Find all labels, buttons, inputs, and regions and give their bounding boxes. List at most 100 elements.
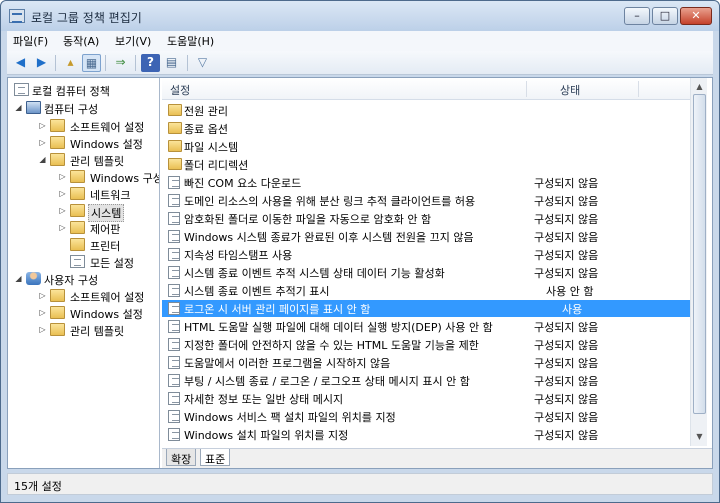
list-item[interactable]: 지정한 폴더에 안전하지 않을 수 있는 HTML 도움말 기능을 제한 구성되지… xyxy=(162,336,690,353)
setting-icon xyxy=(168,266,180,279)
expander-icon[interactable]: ▷ xyxy=(38,308,47,317)
settings-list-pane: 설정 상태 전원 관리 종료 옵션 파일 시스템 폴더 리디렉션 빠진 COM 요소 다… xyxy=(162,78,712,468)
setting-icon xyxy=(168,392,180,405)
list-item[interactable]: 빠진 COM 요소 다운로드 구성되지 않음 xyxy=(162,174,690,191)
list-item[interactable]: 종료 옵션 xyxy=(162,120,690,137)
properties-icon[interactable]: ▤ xyxy=(162,54,181,72)
expander-icon[interactable]: ▷ xyxy=(58,206,67,215)
setting-state: 구성되지 않음 xyxy=(534,249,599,262)
settings-icon xyxy=(70,255,85,268)
vertical-scrollbar[interactable]: ▲ ▼ xyxy=(690,78,707,446)
expander-icon[interactable]: ▷ xyxy=(58,223,67,232)
setting-state: 구성되지 않음 xyxy=(534,213,599,226)
tree-item-label: 프린터 xyxy=(90,240,121,253)
folder-icon xyxy=(168,158,182,170)
setting-icon xyxy=(168,176,180,189)
expander-icon[interactable]: ▷ xyxy=(38,325,47,334)
list-item[interactable]: 시스템 종료 이벤트 추적 시스템 상태 데이터 기능 활성화 구성되지 않음 xyxy=(162,264,690,281)
minimize-button[interactable]: – xyxy=(624,7,650,25)
setting-state: 구성되지 않음 xyxy=(534,393,599,406)
status-bar: 15개 설정 xyxy=(7,473,713,495)
folder-icon xyxy=(50,153,65,166)
setting-name: 자세한 정보 또는 일반 상태 메시지 xyxy=(184,393,344,406)
help-icon[interactable]: ? xyxy=(141,54,160,72)
expander-icon[interactable]: ◢ xyxy=(14,103,23,112)
setting-name: Windows 시스템 종료가 완료된 이후 시스템 전원을 끄지 않음 xyxy=(184,231,474,244)
list-item[interactable]: HTML 도움말 실행 파일에 대해 데이터 실행 방지(DEP) 사용 안 함… xyxy=(162,318,690,335)
column-separator[interactable] xyxy=(638,81,639,97)
folder-icon xyxy=(70,170,85,183)
expander-icon[interactable]: ▷ xyxy=(58,172,67,181)
list-item[interactable]: 부팅 / 시스템 종료 / 로그온 / 로그오프 상태 메시지 표시 안 함 구성… xyxy=(162,372,690,389)
policy-icon xyxy=(14,83,29,96)
menu-file[interactable]: 파일(F) xyxy=(13,33,48,49)
app-window: 로컬 그룹 정책 편집기 – □ ✕ 파일(F) 동작(A) 보기(V) 도움말… xyxy=(0,0,720,503)
toolbar-separator xyxy=(55,55,56,71)
scroll-thumb[interactable] xyxy=(693,94,706,414)
gpedit-app-icon xyxy=(9,9,25,23)
list-item[interactable]: 지속성 타임스탬프 사용 구성되지 않음 xyxy=(162,246,690,263)
folder-icon xyxy=(50,289,65,302)
setting-icon xyxy=(168,410,180,423)
list-item[interactable]: Windows 시스템 종료가 완료된 이후 시스템 전원을 끄지 않음 구성되지… xyxy=(162,228,690,245)
view-tabs: 확장 표준 xyxy=(162,448,712,468)
setting-name: 종료 옵션 xyxy=(184,123,228,136)
expander-icon[interactable]: ▷ xyxy=(58,189,67,198)
setting-icon xyxy=(168,338,180,351)
column-state-header[interactable]: 상태 xyxy=(560,82,580,98)
export-list-icon[interactable]: ⇒ xyxy=(111,54,130,72)
setting-icon xyxy=(168,428,180,441)
title-bar[interactable]: 로컬 그룹 정책 편집기 – □ ✕ xyxy=(1,1,719,31)
column-name-header[interactable]: 설정 xyxy=(170,82,190,98)
expander-icon[interactable]: ◢ xyxy=(38,155,47,164)
up-folder-icon[interactable]: ▴ xyxy=(61,54,80,72)
setting-icon xyxy=(168,374,180,387)
tree-item-label: Windows 설정 xyxy=(70,308,143,321)
list-item[interactable]: 자세한 정보 또는 일반 상태 메시지 구성되지 않음 xyxy=(162,390,690,407)
setting-name: 빠진 COM 요소 다운로드 xyxy=(184,177,302,190)
tab-extended[interactable]: 확장 xyxy=(166,449,197,466)
menu-help[interactable]: 도움말(H) xyxy=(167,33,214,49)
tab-standard[interactable]: 표준 xyxy=(200,449,231,466)
list-item[interactable]: 도움말에서 이러한 프로그램을 시작하지 않음 구성되지 않음 xyxy=(162,354,690,371)
scroll-down-icon[interactable]: ▼ xyxy=(693,430,706,443)
setting-name: 도메인 리소스의 사용을 위해 분산 링크 추적 클라이언트를 허용 xyxy=(184,195,476,208)
filter-icon[interactable]: ▽ xyxy=(193,54,212,72)
list-item[interactable]: 폴더 리디렉션 xyxy=(162,156,690,173)
close-button[interactable]: ✕ xyxy=(680,7,712,25)
list-item[interactable]: Windows 설치 파일의 위치를 지정 구성되지 않음 xyxy=(162,426,690,443)
menu-view[interactable]: 보기(V) xyxy=(115,33,151,49)
column-separator[interactable] xyxy=(526,81,527,97)
setting-state: 구성되지 않음 xyxy=(534,339,599,352)
tree-pane[interactable]: 로컬 컴퓨터 정책 ◢ 컴퓨터 구성 ▷ 소프트웨어 설정 ▷ Windows … xyxy=(8,78,160,468)
tree-item-label: 소프트웨어 설정 xyxy=(70,121,145,134)
list-item[interactable]: 암호화된 폴더로 이동한 파일을 자동으로 암호화 안 함 구성되지 않음 xyxy=(162,210,690,227)
list-item[interactable]: 전원 관리 xyxy=(162,102,690,119)
tree-item-label: 컴퓨터 구성 xyxy=(44,103,99,116)
setting-icon xyxy=(168,284,180,297)
expander-icon[interactable]: ▷ xyxy=(38,291,47,300)
setting-name: 암호화된 폴더로 이동한 파일을 자동으로 암호화 안 함 xyxy=(184,213,432,226)
setting-name: 부팅 / 시스템 종료 / 로그온 / 로그오프 상태 메시지 표시 안 함 xyxy=(184,375,470,388)
setting-state: 구성되지 않음 xyxy=(534,357,599,370)
show-hide-tree-icon[interactable]: ▦ xyxy=(82,54,101,72)
back-arrow-icon[interactable]: ◀ xyxy=(11,54,30,72)
expander-icon[interactable]: ▷ xyxy=(38,121,47,130)
setting-name: 전원 관리 xyxy=(184,105,228,118)
tree-item-label: 시스템 xyxy=(88,204,125,222)
setting-state: 구성되지 않음 xyxy=(534,267,599,280)
list-item[interactable]: 로그온 시 서버 관리 페이지를 표시 안 함 사용 xyxy=(162,300,690,317)
forward-arrow-icon[interactable]: ▶ xyxy=(32,54,51,72)
setting-icon xyxy=(168,302,180,315)
list-item[interactable]: 파일 시스템 xyxy=(162,138,690,155)
list-item[interactable]: Windows 서비스 팩 설치 파일의 위치를 지정 구성되지 않음 xyxy=(162,408,690,425)
list-item[interactable]: 도메인 리소스의 사용을 위해 분산 링크 추적 클라이언트를 허용 구성되지 않… xyxy=(162,192,690,209)
expander-icon[interactable]: ▷ xyxy=(38,138,47,147)
scroll-up-icon[interactable]: ▲ xyxy=(693,80,706,93)
maximize-button[interactable]: □ xyxy=(652,7,678,25)
expander-icon[interactable]: ◢ xyxy=(14,274,23,283)
list-item[interactable]: 시스템 종료 이벤트 추적기 표시 사용 안 함 xyxy=(162,282,690,299)
menu-action[interactable]: 동작(A) xyxy=(63,33,99,49)
folder-icon xyxy=(50,323,65,336)
setting-state: 사용 xyxy=(562,303,583,316)
